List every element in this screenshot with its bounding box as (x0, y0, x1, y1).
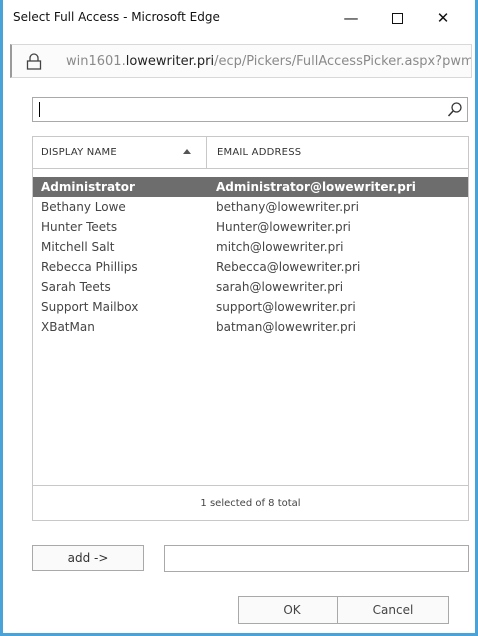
selected-users-field[interactable] (164, 545, 469, 572)
url-prefix: win1601. (66, 54, 126, 69)
window-title: Select Full Access - Microsoft Edge (13, 10, 220, 24)
url-host: lowewriter.pri (125, 54, 215, 69)
cell-email: mitch@lowewriter.pri (216, 240, 344, 254)
cell-display-name: Rebecca Phillips (41, 260, 138, 274)
table-row[interactable]: Rebecca Phillips Rebecca@lowewriter.pri (33, 257, 468, 277)
lock-icon (26, 53, 42, 70)
table-row[interactable]: Bethany Lowe bethany@lowewriter.pri (33, 197, 468, 217)
close-button[interactable]: ✕ (423, 0, 463, 36)
column-header-email-address[interactable]: EMAIL ADDRESS (217, 147, 301, 158)
column-header-display-name[interactable]: DISPLAY NAME (41, 147, 117, 158)
cell-display-name: Bethany Lowe (41, 200, 126, 214)
url-text: win1601.lowewriter.pri/ecp/Pickers/FullA… (66, 54, 471, 69)
cell-email: Administrator@lowewriter.pri (216, 180, 416, 194)
grid-header: DISPLAY NAME EMAIL ADDRESS (33, 137, 468, 169)
cell-display-name: XBatMan (41, 320, 95, 334)
picker-window: Select Full Access - Microsoft Edge — ✕ … (0, 0, 478, 636)
cell-email: support@lowewriter.pri (216, 300, 356, 314)
address-bar[interactable]: win1601.lowewriter.pri/ecp/Pickers/FullA… (10, 44, 472, 78)
cell-display-name: Administrator (41, 180, 135, 194)
table-row[interactable]: Sarah Teets sarah@lowewriter.pri (33, 277, 468, 297)
cancel-button[interactable]: Cancel (337, 596, 449, 624)
cell-email: sarah@lowewriter.pri (216, 280, 344, 294)
grid-rows: Administrator Administrator@lowewriter.p… (33, 177, 468, 337)
maximize-button[interactable] (377, 0, 417, 36)
cell-email: Hunter@lowewriter.pri (216, 220, 351, 234)
maximize-icon (391, 12, 403, 24)
table-row[interactable]: Support Mailbox support@lowewriter.pri (33, 297, 468, 317)
selection-count: 1 selected of 8 total (33, 485, 468, 520)
add-button[interactable]: add -> (32, 545, 144, 571)
table-row[interactable]: Mitchell Salt mitch@lowewriter.pri (33, 237, 468, 257)
minimize-button[interactable]: — (331, 0, 371, 36)
cell-email: batman@lowewriter.pri (216, 320, 356, 334)
title-bar[interactable]: Select Full Access - Microsoft Edge — ✕ (3, 0, 475, 36)
table-row[interactable]: Hunter Teets Hunter@lowewriter.pri (33, 217, 468, 237)
cell-email: Rebecca@lowewriter.pri (216, 260, 361, 274)
close-icon: ✕ (436, 9, 450, 27)
cell-display-name: Hunter Teets (41, 220, 118, 234)
search-input[interactable] (32, 97, 468, 122)
minimize-icon: — (343, 9, 359, 27)
sort-ascending-icon[interactable] (183, 149, 191, 154)
text-caret (39, 102, 40, 117)
cell-display-name: Mitchell Salt (41, 240, 115, 254)
cell-display-name: Support Mailbox (41, 300, 139, 314)
user-grid: DISPLAY NAME EMAIL ADDRESS Administrator… (32, 136, 469, 521)
table-row[interactable]: Administrator Administrator@lowewriter.p… (33, 177, 468, 197)
search-icon[interactable] (447, 101, 463, 118)
cell-display-name: Sarah Teets (41, 280, 111, 294)
column-divider[interactable] (206, 137, 207, 169)
table-row[interactable]: XBatMan batman@lowewriter.pri (33, 317, 468, 337)
ok-button[interactable]: OK (238, 596, 346, 624)
url-path: /ecp/Pickers/FullAccessPicker.aspx?pwmci… (214, 54, 471, 69)
cell-email: bethany@lowewriter.pri (216, 200, 359, 214)
